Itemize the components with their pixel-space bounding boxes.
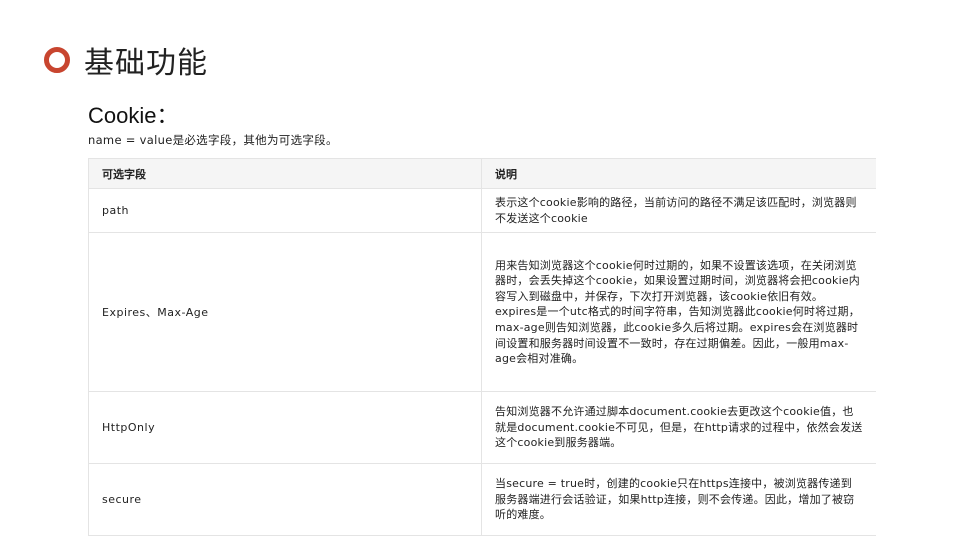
section-subtitle: Cookie： [88, 103, 179, 128]
field-name: secure [88, 463, 482, 537]
table-row: HttpOnly 告知浏览器不允许通过脚本document.cookie去更改这… [88, 391, 876, 465]
field-description: 当secure = true时，创建的cookie只在https连接中，被浏览器… [481, 463, 876, 537]
cookie-fields-table: 可选字段 说明 path 表示这个cookie影响的路径，当前访问的路径不满足该… [88, 158, 876, 540]
field-note: name = value是必选字段，其他为可选字段。 [88, 133, 338, 147]
field-name: path [88, 187, 482, 234]
slide-title: 基础功能 [44, 40, 208, 81]
table-row: secure 当secure = true时，创建的cookie只在https连… [88, 463, 876, 537]
table-row: Expires、Max-Age 用来告知浏览器这个cookie何时过期的，如果不… [88, 232, 876, 393]
field-description: 用来告知浏览器这个cookie何时过期的，如果不设置该选项，在关闭浏览器时，会丢… [481, 232, 876, 393]
bullet-circle-icon [44, 47, 70, 73]
header-description: 说明 [481, 158, 876, 189]
page-title: 基础功能 [84, 46, 208, 81]
field-description: 表示这个cookie影响的路径，当前访问的路径不满足该匹配时，浏览器则不发送这个… [481, 187, 876, 234]
field-name: Expires、Max-Age [88, 232, 482, 393]
table-row: path 表示这个cookie影响的路径，当前访问的路径不满足该匹配时，浏览器则… [88, 187, 876, 234]
field-description: 告知浏览器不允许通过脚本document.cookie去更改这个cookie值，… [481, 391, 876, 465]
field-name: HttpOnly [88, 391, 482, 465]
table-header-row: 可选字段 说明 [88, 158, 876, 189]
header-field: 可选字段 [88, 158, 482, 189]
